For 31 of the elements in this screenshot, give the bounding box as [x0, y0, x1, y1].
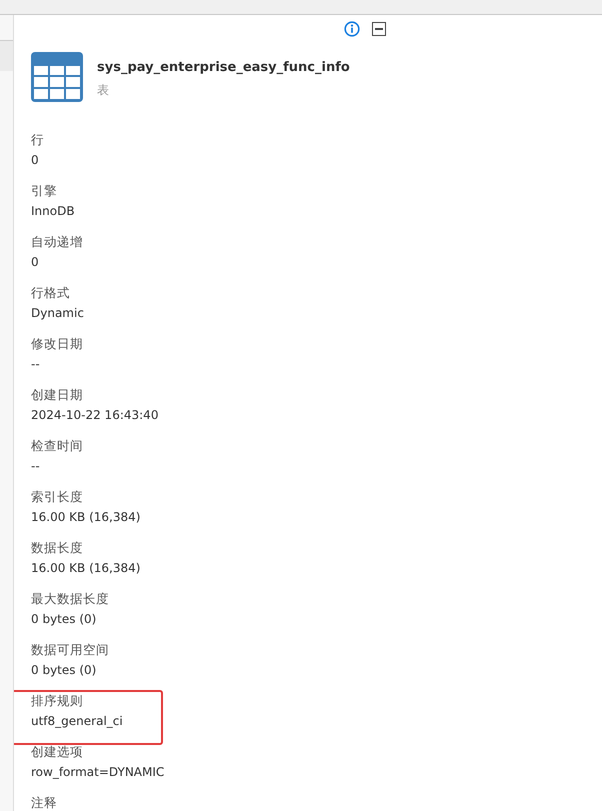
object-type: 表 [97, 82, 110, 98]
property-label: 数据长度 [31, 539, 84, 557]
table-icon [31, 52, 83, 102]
property-value: -- [31, 356, 41, 373]
property-value: 16.00 KB (16,384) [31, 509, 142, 526]
table-name: sys_pay_enterprise_easy_func_info [97, 59, 350, 77]
property-value: Dynamic [31, 305, 85, 322]
property-value: 0 bytes (0) [31, 611, 98, 628]
property-value: utf8_general_ci [31, 713, 124, 730]
property-value: 16.00 KB (16,384) [31, 560, 142, 577]
property-label: 创建选项 [31, 743, 84, 761]
property-label: 索引长度 [31, 488, 84, 506]
property-label: 创建日期 [31, 386, 84, 404]
property-value: InnoDB [31, 203, 76, 220]
property-label: 行格式 [31, 284, 71, 302]
property-label: 行 [31, 131, 45, 149]
property-label: 自动递增 [31, 233, 84, 251]
property-value: -- [31, 458, 41, 475]
property-label: 检查时间 [31, 437, 84, 455]
property-value: row_format=DYNAMIC [31, 764, 166, 781]
property-label: 修改日期 [31, 335, 84, 353]
property-label: 排序规则 [31, 692, 84, 710]
property-value: 0 bytes (0) [31, 662, 98, 679]
property-label: 引擎 [31, 182, 58, 200]
info-icon[interactable] [344, 21, 360, 37]
property-label: 注释 [31, 794, 58, 811]
property-value: 0 [31, 152, 40, 169]
property-label: 数据可用空间 [31, 641, 110, 659]
property-label: 最大数据长度 [31, 590, 110, 608]
property-value: 2024-10-22 16:43:40 [31, 407, 160, 424]
property-value: 0 [31, 254, 40, 271]
